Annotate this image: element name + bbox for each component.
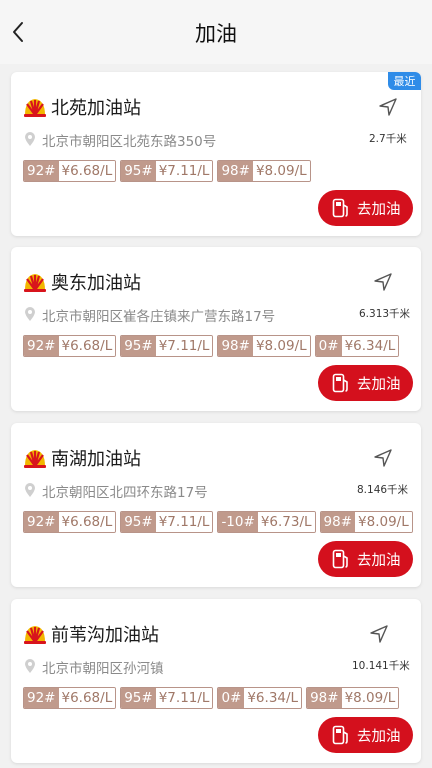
fuel-grade: 98# bbox=[218, 336, 253, 356]
fuel-grade: 98# bbox=[307, 688, 342, 708]
go-refuel-label: 去加油 bbox=[357, 202, 401, 218]
fuel-price: ¥8.09/L bbox=[252, 161, 310, 181]
price-tag: 0# ¥6.34/L bbox=[217, 687, 303, 709]
station-distance: 10.141千米 bbox=[352, 660, 410, 672]
fuel-pump-icon bbox=[332, 373, 348, 393]
station-card[interactable]: 前苇沟加油站 北京市朝阳区孙河镇 10.141千米 92# ¥6.68/L 95#… bbox=[11, 599, 421, 763]
price-list: 92# ¥6.68/L 95# ¥7.11/L 0# ¥6.34/L 98# ¥8.09… bbox=[23, 687, 400, 709]
fuel-price: ¥6.73/L bbox=[257, 512, 315, 532]
page-title: 加油 bbox=[195, 22, 237, 46]
fuel-pump-icon bbox=[332, 198, 348, 218]
station-distance: 2.7千米 bbox=[369, 133, 407, 145]
station-name: 北苑加油站 bbox=[51, 98, 141, 119]
station-address: 北京市朝阳区北苑东路350号 bbox=[42, 134, 217, 150]
price-tag: 92# ¥6.68/L bbox=[23, 335, 117, 357]
app-header: 加油 bbox=[0, 0, 432, 64]
fuel-price: ¥6.68/L bbox=[58, 688, 116, 708]
fuel-price: ¥6.68/L bbox=[58, 336, 116, 356]
price-tag: 95# ¥7.11/L bbox=[120, 335, 214, 357]
station-card[interactable]: 奥东加油站 北京市朝阳区崔各庄镇来广营东路17号 6.313千米 92# ¥6.6… bbox=[11, 247, 421, 411]
price-tag: 92# ¥6.68/L bbox=[23, 160, 117, 182]
price-tag: 95# ¥7.11/L bbox=[120, 511, 214, 533]
go-refuel-label: 去加油 bbox=[357, 729, 401, 745]
fuel-grade: -10# bbox=[218, 512, 258, 532]
station-address: 北京朝阳区北四环东路17号 bbox=[42, 485, 208, 501]
price-list: 92# ¥6.68/L 95# ¥7.11/L 98# ¥8.09/L 0# ¥6.34… bbox=[23, 335, 400, 357]
station-distance: 8.146千米 bbox=[357, 484, 409, 496]
petrochina-logo bbox=[24, 450, 46, 468]
station-card[interactable]: 南湖加油站 北京朝阳区北四环东路17号 8.146千米 92# ¥6.68/L 9… bbox=[11, 423, 421, 587]
go-refuel-button[interactable]: 去加油 bbox=[318, 365, 413, 401]
price-tag: 98# ¥8.09/L bbox=[217, 335, 311, 357]
petrochina-logo bbox=[24, 99, 46, 117]
station-name: 南湖加油站 bbox=[51, 449, 141, 470]
price-tag: 98# ¥8.09/L bbox=[306, 687, 400, 709]
price-tag: 92# ¥6.68/L bbox=[23, 511, 117, 533]
fuel-grade: 0# bbox=[315, 336, 342, 356]
fuel-grade: 92# bbox=[24, 161, 59, 181]
station-address: 北京市朝阳区崔各庄镇来广营东路17号 bbox=[42, 309, 276, 325]
station-card[interactable]: 最近 北苑加油站 北京市朝阳区北苑东路350号 2.7千米 92# ¥6.68/L… bbox=[11, 72, 421, 236]
navigation-arrow-icon[interactable] bbox=[369, 624, 389, 644]
navigation-arrow-icon[interactable] bbox=[378, 97, 398, 117]
go-refuel-label: 去加油 bbox=[357, 553, 401, 569]
petrochina-logo bbox=[24, 274, 46, 292]
navigation-arrow-icon[interactable] bbox=[373, 272, 393, 292]
go-refuel-button[interactable]: 去加油 bbox=[318, 190, 413, 226]
fuel-price: ¥6.34/L bbox=[244, 688, 302, 708]
fuel-grade: 92# bbox=[24, 336, 59, 356]
location-pin-icon bbox=[25, 132, 35, 146]
fuel-price: ¥8.09/L bbox=[252, 336, 310, 356]
fuel-grade: 95# bbox=[121, 512, 156, 532]
navigation-arrow-icon[interactable] bbox=[373, 448, 393, 468]
go-refuel-button[interactable]: 去加油 bbox=[318, 541, 413, 577]
price-tag: 98# ¥8.09/L bbox=[217, 160, 311, 182]
price-list: 92# ¥6.68/L 95# ¥7.11/L -10# ¥6.73/L 98# ¥8.… bbox=[23, 511, 413, 533]
station-name: 前苇沟加油站 bbox=[51, 625, 159, 646]
fuel-price: ¥7.11/L bbox=[155, 688, 213, 708]
fuel-grade: 98# bbox=[320, 512, 356, 532]
fuel-price: ¥8.09/L bbox=[341, 688, 399, 708]
fuel-price: ¥6.34/L bbox=[341, 336, 399, 356]
fuel-price: ¥8.09/L bbox=[355, 512, 412, 532]
station-distance: 6.313千米 bbox=[359, 308, 411, 320]
fuel-price: ¥7.11/L bbox=[155, 512, 213, 532]
fuel-grade: 98# bbox=[218, 161, 253, 181]
location-pin-icon bbox=[25, 659, 35, 673]
price-tag: 95# ¥7.11/L bbox=[120, 687, 214, 709]
station-address: 北京市朝阳区孙河镇 bbox=[42, 661, 164, 677]
price-tag: 95# ¥7.11/L bbox=[120, 160, 214, 182]
location-pin-icon bbox=[25, 307, 35, 321]
nearest-badge: 最近 bbox=[388, 72, 421, 90]
fuel-price: ¥6.68/L bbox=[58, 512, 116, 532]
fuel-price: ¥7.11/L bbox=[155, 161, 213, 181]
price-tag: 0# ¥6.34/L bbox=[314, 335, 400, 357]
price-tag: 98# ¥8.09/L bbox=[319, 511, 413, 533]
fuel-grade: 95# bbox=[121, 688, 156, 708]
price-tag: -10# ¥6.73/L bbox=[217, 511, 316, 533]
fuel-grade: 92# bbox=[24, 512, 59, 532]
station-name: 奥东加油站 bbox=[51, 273, 141, 294]
fuel-grade: 0# bbox=[218, 688, 245, 708]
go-refuel-button[interactable]: 去加油 bbox=[318, 717, 413, 753]
fuel-pump-icon bbox=[332, 549, 348, 569]
fuel-grade: 95# bbox=[121, 161, 156, 181]
fuel-price: ¥6.68/L bbox=[58, 161, 116, 181]
price-list: 92# ¥6.68/L 95# ¥7.11/L 98# ¥8.09/L bbox=[23, 160, 311, 182]
fuel-pump-icon bbox=[332, 725, 348, 745]
go-refuel-label: 去加油 bbox=[357, 377, 401, 393]
price-tag: 92# ¥6.68/L bbox=[23, 687, 117, 709]
location-pin-icon bbox=[25, 483, 35, 497]
fuel-grade: 92# bbox=[24, 688, 59, 708]
fuel-grade: 95# bbox=[121, 336, 156, 356]
fuel-price: ¥7.11/L bbox=[155, 336, 213, 356]
petrochina-logo bbox=[24, 626, 46, 644]
